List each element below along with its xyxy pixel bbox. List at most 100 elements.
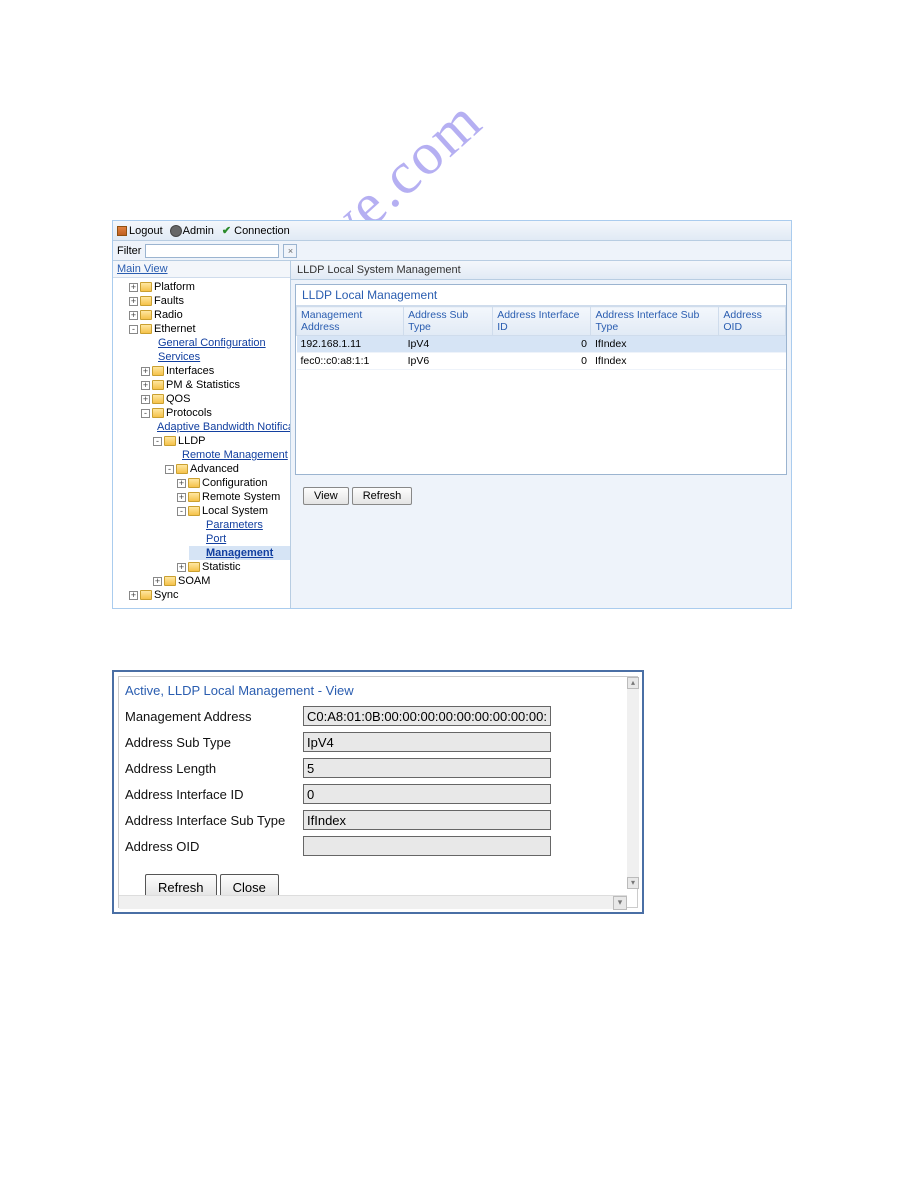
check-icon: ✔ [222, 225, 231, 237]
tree-management[interactable]: Management [206, 547, 273, 559]
button-bar: View Refresh [291, 479, 791, 513]
folder-icon [140, 324, 152, 334]
expand-icon[interactable]: + [141, 395, 150, 404]
scroll-down-icon[interactable]: ▾ [627, 877, 639, 889]
tree-remote-mgmt[interactable]: Remote Management [182, 449, 288, 461]
tree-remote-system[interactable]: Remote System [202, 491, 280, 503]
tree-faults[interactable]: Faults [154, 295, 184, 307]
app-window: Logout Admin ✔ Connection Filter × Main … [112, 220, 792, 609]
scroll-dropdown-icon[interactable]: ▾ [613, 896, 627, 910]
tree-statistic[interactable]: Statistic [202, 561, 241, 573]
table-row[interactable]: 192.168.1.11 IpV4 0 IfIndex [297, 336, 786, 353]
expand-icon[interactable]: + [129, 283, 138, 292]
tree-ethernet[interactable]: Ethernet [154, 323, 196, 335]
col-address[interactable]: Management Address [297, 307, 404, 336]
vertical-scrollbar[interactable]: ▴ ▾ [627, 677, 639, 889]
scroll-up-icon[interactable]: ▴ [627, 677, 639, 689]
tree-radio[interactable]: Radio [154, 309, 183, 321]
expand-icon[interactable]: + [141, 367, 150, 376]
col-oid[interactable]: Address OID [719, 307, 786, 336]
top-toolbar: Logout Admin ✔ Connection [113, 221, 791, 241]
connection-link[interactable]: ✔ Connection [222, 224, 290, 237]
folder-icon [188, 492, 200, 502]
tree-platform[interactable]: Platform [154, 281, 195, 293]
folder-icon [188, 506, 200, 516]
collapse-icon[interactable]: - [129, 325, 138, 334]
detail-dialog: Active, LLDP Local Management - View Man… [112, 670, 644, 914]
management-panel: LLDP Local Management Management Address… [295, 284, 787, 475]
cell-ifid: 0 [493, 336, 591, 353]
clear-filter-button[interactable]: × [283, 244, 297, 258]
logout-link[interactable]: Logout [117, 225, 163, 237]
cell-ifid: 0 [493, 353, 591, 370]
field-ifsub[interactable] [303, 810, 551, 830]
label-ifsub: Address Interface Sub Type [125, 813, 303, 828]
sidebar: Main View + Platform + Faults + Radio - Ethe… [113, 261, 291, 608]
col-subtype[interactable]: Address Sub Type [404, 307, 493, 336]
admin-label: Admin [183, 225, 214, 237]
tree-advanced[interactable]: Advanced [190, 463, 239, 475]
management-table: Management Address Address Sub Type Addr… [296, 306, 786, 370]
folder-icon [140, 296, 152, 306]
cell-addr: 192.168.1.11 [297, 336, 404, 353]
expand-icon[interactable]: + [129, 591, 138, 600]
field-ifid[interactable] [303, 784, 551, 804]
connection-label: Connection [234, 225, 290, 237]
collapse-icon[interactable]: - [177, 507, 186, 516]
expand-icon[interactable]: + [177, 563, 186, 572]
filter-label: Filter [117, 245, 141, 257]
tree-parameters[interactable]: Parameters [206, 519, 263, 531]
view-button[interactable]: View [303, 487, 349, 505]
expand-icon[interactable]: + [129, 297, 138, 306]
cell-subtype: IpV6 [404, 353, 493, 370]
folder-icon [176, 464, 188, 474]
panel-title: LLDP Local Management [296, 285, 786, 306]
expand-icon[interactable]: + [129, 311, 138, 320]
tree-services[interactable]: Services [158, 351, 200, 363]
folder-icon [152, 380, 164, 390]
folder-icon [152, 408, 164, 418]
table-row[interactable]: fec0::c0:a8:1:1 IpV6 0 IfIndex [297, 353, 786, 370]
cell-ifsub: IfIndex [591, 336, 719, 353]
tree-interfaces[interactable]: Interfaces [166, 365, 214, 377]
gear-icon [171, 226, 181, 236]
label-subtype: Address Sub Type [125, 735, 303, 750]
col-ifsub[interactable]: Address Interface Sub Type [591, 307, 719, 336]
page-title: LLDP Local System Management [291, 261, 791, 280]
field-length[interactable] [303, 758, 551, 778]
col-ifid[interactable]: Address Interface ID [493, 307, 591, 336]
nav-tree: + Platform + Faults + Radio - Ethernet Gener… [113, 278, 290, 608]
expand-icon[interactable]: + [153, 577, 162, 586]
tree-protocols[interactable]: Protocols [166, 407, 212, 419]
tree-pm-stats[interactable]: PM & Statistics [166, 379, 240, 391]
label-oid: Address OID [125, 839, 303, 854]
tree-sync[interactable]: Sync [154, 589, 178, 601]
collapse-icon[interactable]: - [141, 409, 150, 418]
tree-port[interactable]: Port [206, 533, 226, 545]
admin-link[interactable]: Admin [171, 225, 214, 237]
expand-icon[interactable]: + [141, 381, 150, 390]
collapse-icon[interactable]: - [165, 465, 174, 474]
tree-local-system[interactable]: Local System [202, 505, 268, 517]
tree-qos[interactable]: QOS [166, 393, 190, 405]
tree-lldp[interactable]: LLDP [178, 435, 206, 447]
tree-general-config[interactable]: General Configuration [158, 337, 266, 349]
expand-icon[interactable]: + [177, 493, 186, 502]
tree-abn[interactable]: Adaptive Bandwidth Notification [157, 421, 290, 433]
refresh-button[interactable]: Refresh [352, 487, 413, 505]
filter-input[interactable] [145, 244, 279, 258]
expand-icon[interactable]: + [177, 479, 186, 488]
field-mgmt-address[interactable] [303, 706, 551, 726]
collapse-icon[interactable]: - [153, 437, 162, 446]
field-oid[interactable] [303, 836, 551, 856]
folder-icon [164, 576, 176, 586]
horizontal-scrollbar[interactable]: ▾ [119, 895, 627, 909]
main-panel: LLDP Local System Management LLDP Local … [291, 261, 791, 608]
main-view-link[interactable]: Main View [113, 261, 290, 278]
filter-bar: Filter × [113, 241, 791, 261]
tree-configuration[interactable]: Configuration [202, 477, 267, 489]
tree-soam[interactable]: SOAM [178, 575, 210, 587]
cell-addr: fec0::c0:a8:1:1 [297, 353, 404, 370]
field-subtype[interactable] [303, 732, 551, 752]
label-length: Address Length [125, 761, 303, 776]
